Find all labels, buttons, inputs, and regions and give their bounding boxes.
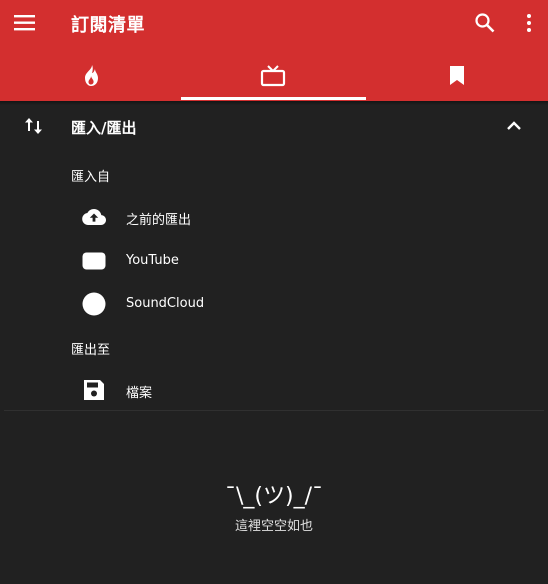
bookmark-icon — [447, 64, 467, 92]
save-icon — [82, 378, 106, 402]
import-soundcloud[interactable]: SoundCloud — [0, 282, 548, 325]
fire-icon — [81, 64, 101, 92]
search-icon[interactable] — [473, 11, 497, 35]
import-export-title: 匯入/匯出 — [71, 119, 137, 137]
tab-bookmarks[interactable] — [366, 56, 548, 100]
import-youtube-label: YouTube — [126, 253, 179, 268]
import-youtube[interactable]: YouTube — [0, 239, 548, 282]
toolbar: 訂閱清單 — [0, 0, 548, 46]
export-to-label: 匯出至 — [71, 343, 111, 358]
import-from-label: 匯入自 — [71, 170, 111, 185]
tv-icon — [260, 64, 286, 92]
tab-indicator — [181, 97, 366, 100]
soundcloud-icon — [82, 292, 106, 316]
empty-state-message: 這裡空空如也 — [234, 519, 313, 534]
empty-state-emoticon: ¯\_(ツ)_/¯ — [225, 484, 323, 509]
hamburger-menu-icon[interactable] — [12, 10, 38, 36]
import-previous-export[interactable]: 之前的匯出 — [0, 196, 548, 239]
chevron-up-icon[interactable] — [503, 115, 525, 137]
app-bar: 訂閱清單 — [0, 0, 548, 101]
appbar-shadow — [0, 101, 548, 105]
page-title: 訂閱清單 — [71, 15, 145, 36]
more-vert-icon[interactable] — [517, 11, 541, 35]
tab-subscriptions[interactable] — [182, 56, 364, 100]
import-previous-export-label: 之前的匯出 — [126, 213, 192, 228]
import-export-icon — [23, 115, 45, 137]
export-file-label: 檔案 — [126, 386, 153, 401]
export-file[interactable]: 檔案 — [0, 368, 548, 411]
youtube-icon — [82, 249, 106, 273]
divider — [4, 410, 544, 411]
tab-trending[interactable] — [0, 56, 182, 100]
import-soundcloud-label: SoundCloud — [126, 296, 205, 311]
cloud-upload-icon — [82, 205, 106, 229]
